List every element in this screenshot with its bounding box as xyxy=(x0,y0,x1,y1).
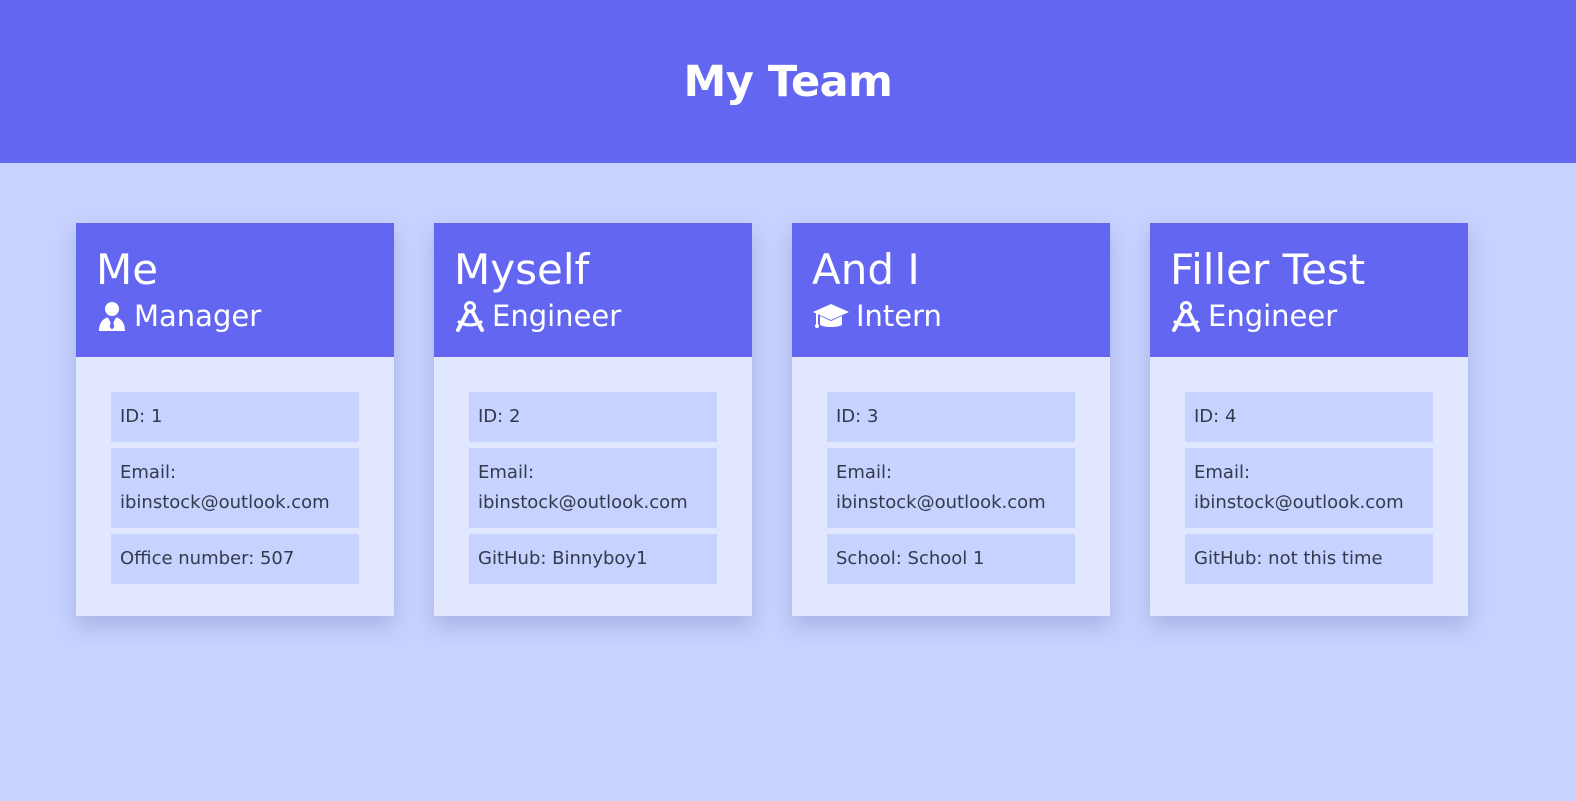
employee-id: ID: 2 xyxy=(469,392,717,442)
team-cards: Me Manager ID: 1 Email: ibinstock@outloo… xyxy=(0,163,1576,801)
employee-role: Engineer xyxy=(454,297,752,335)
office-number: Office number: 507 xyxy=(111,534,359,584)
employee-id: ID: 4 xyxy=(1185,392,1433,442)
github-username: GitHub: not this time xyxy=(1185,534,1433,584)
github-username: GitHub: Binnyboy1 xyxy=(469,534,717,584)
card-header: Me Manager xyxy=(76,223,394,357)
drafting-compass-icon xyxy=(454,300,486,332)
card-header: And I Intern xyxy=(792,223,1110,357)
card-body: ID: 1 Email: ibinstock@outlook.com Offic… xyxy=(76,357,394,584)
card-body: ID: 2 Email: ibinstock@outlook.com GitHu… xyxy=(434,357,752,584)
employee-name: Filler Test xyxy=(1170,245,1366,294)
employee-email: Email: ibinstock@outlook.com xyxy=(469,448,717,528)
card-header: Myself Engineer xyxy=(434,223,752,357)
manager-user-tie-icon xyxy=(96,300,128,332)
page-title: My Team xyxy=(683,56,893,107)
page-header: My Team xyxy=(0,0,1576,163)
email-value: ibinstock@outlook.com xyxy=(836,492,1046,513)
employee-id: ID: 3 xyxy=(827,392,1075,442)
role-label: Intern xyxy=(856,299,942,333)
employee-name: Myself xyxy=(454,245,590,294)
employee-name: Me xyxy=(96,245,159,294)
employee-email: Email: ibinstock@outlook.com xyxy=(111,448,359,528)
graduation-cap-icon xyxy=(812,300,850,332)
employee-card: And I Intern ID: 3 Email: ibinstock@outl… xyxy=(792,223,1110,616)
school-name: School: School 1 xyxy=(827,534,1075,584)
email-label: Email: xyxy=(478,462,535,483)
role-label: Manager xyxy=(134,299,262,333)
email-label: Email: xyxy=(1194,462,1251,483)
employee-id: ID: 1 xyxy=(111,392,359,442)
employee-email: Email: ibinstock@outlook.com xyxy=(827,448,1075,528)
card-header: Filler Test Engineer xyxy=(1150,223,1468,357)
employee-role: Intern xyxy=(812,297,1110,335)
employee-card: Myself Engineer ID: 2 Email: ibinstock@o… xyxy=(434,223,752,616)
email-value: ibinstock@outlook.com xyxy=(1194,492,1404,513)
employee-email: Email: ibinstock@outlook.com xyxy=(1185,448,1433,528)
role-label: Engineer xyxy=(1208,299,1338,333)
employee-role: Engineer xyxy=(1170,297,1468,335)
email-value: ibinstock@outlook.com xyxy=(478,492,688,513)
email-label: Email: xyxy=(120,462,177,483)
employee-card: Filler Test Engineer ID: 4 Email: ibinst… xyxy=(1150,223,1468,616)
card-body: ID: 3 Email: ibinstock@outlook.com Schoo… xyxy=(792,357,1110,584)
employee-name: And I xyxy=(812,245,920,294)
employee-card: Me Manager ID: 1 Email: ibinstock@outloo… xyxy=(76,223,394,616)
drafting-compass-icon xyxy=(1170,300,1202,332)
card-body: ID: 4 Email: ibinstock@outlook.com GitHu… xyxy=(1150,357,1468,584)
email-value: ibinstock@outlook.com xyxy=(120,492,330,513)
role-label: Engineer xyxy=(492,299,622,333)
email-label: Email: xyxy=(836,462,893,483)
employee-role: Manager xyxy=(96,297,394,335)
